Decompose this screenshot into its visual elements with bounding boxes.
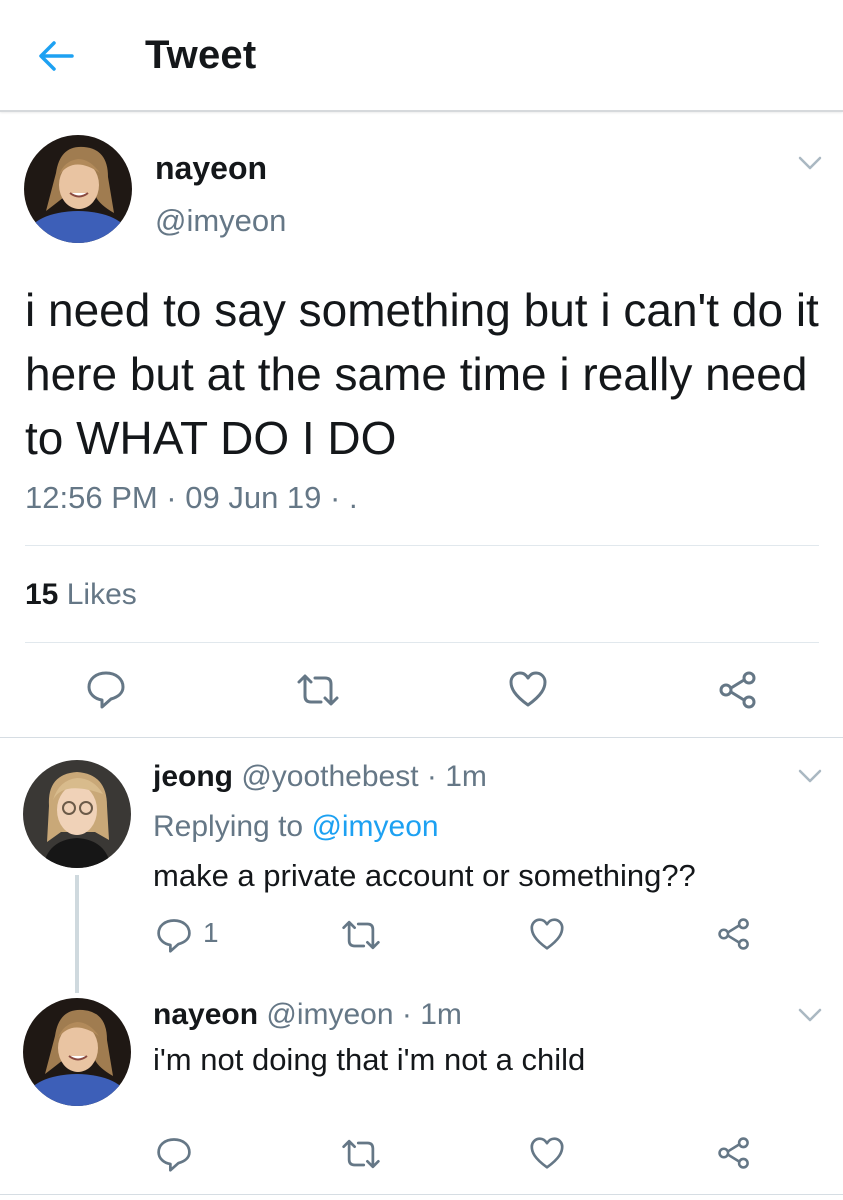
chevron-down-icon[interactable] <box>797 768 823 784</box>
reply-time: · 1m <box>401 998 462 1031</box>
share-icon[interactable] <box>717 1136 751 1170</box>
reply-author-handle[interactable]: @yoothebest <box>241 760 418 793</box>
avatar[interactable] <box>23 998 131 1106</box>
replying-prefix: Replying to <box>153 810 304 843</box>
likes-count[interactable]: 15 Likes <box>25 578 137 612</box>
like-icon[interactable] <box>529 1136 565 1170</box>
share-icon[interactable] <box>717 917 751 951</box>
mention-link[interactable]: @imyeon <box>311 810 438 843</box>
chevron-down-icon[interactable] <box>797 1007 823 1023</box>
divider <box>0 1194 843 1195</box>
reply-author-name[interactable]: jeong <box>153 760 233 793</box>
avatar[interactable] <box>23 760 131 868</box>
reply-author-handle[interactable]: @imyeon <box>266 998 393 1031</box>
page-title: Tweet <box>145 33 257 77</box>
reply-author-name[interactable]: nayeon <box>153 998 258 1031</box>
likes-label: Likes <box>66 578 137 611</box>
retweet-icon[interactable] <box>340 918 382 952</box>
like-icon[interactable] <box>529 917 565 951</box>
thread-connector <box>75 875 79 993</box>
reply-text: make a private account or something?? <box>153 858 696 893</box>
divider <box>25 545 819 546</box>
divider <box>25 642 819 643</box>
replying-to: Replying to @imyeon <box>153 810 439 844</box>
reply-icon[interactable] <box>155 916 193 954</box>
reply-text: i'm not doing that i'm not a child <box>153 1042 586 1077</box>
like-icon[interactable] <box>508 670 548 708</box>
reply-icon[interactable] <box>155 1135 193 1173</box>
reply-count: 1 <box>203 917 219 948</box>
avatar[interactable] <box>24 135 132 243</box>
chevron-down-icon[interactable] <box>797 155 823 171</box>
reply-header[interactable]: jeong @yoothebest · 1m <box>153 760 487 794</box>
divider <box>0 737 843 738</box>
retweet-icon[interactable] <box>340 1137 382 1171</box>
reply-icon[interactable] <box>85 668 127 710</box>
author-name[interactable]: nayeon <box>155 150 267 187</box>
tweet-timestamp: 12:56 PM · 09 Jun 19 · . <box>25 480 358 515</box>
share-icon[interactable] <box>718 670 758 710</box>
tweet-text: i need to say something but i can't do i… <box>25 284 819 464</box>
arrow-left-icon <box>39 41 74 71</box>
reply-header[interactable]: nayeon @imyeon · 1m <box>153 998 462 1032</box>
likes-number: 15 <box>25 578 59 611</box>
back-button[interactable] <box>36 38 76 74</box>
author-handle[interactable]: @imyeon <box>155 203 286 239</box>
top-app-bar: Tweet <box>0 0 843 112</box>
reply-time: · 1m <box>426 760 487 793</box>
retweet-icon[interactable] <box>295 672 341 708</box>
